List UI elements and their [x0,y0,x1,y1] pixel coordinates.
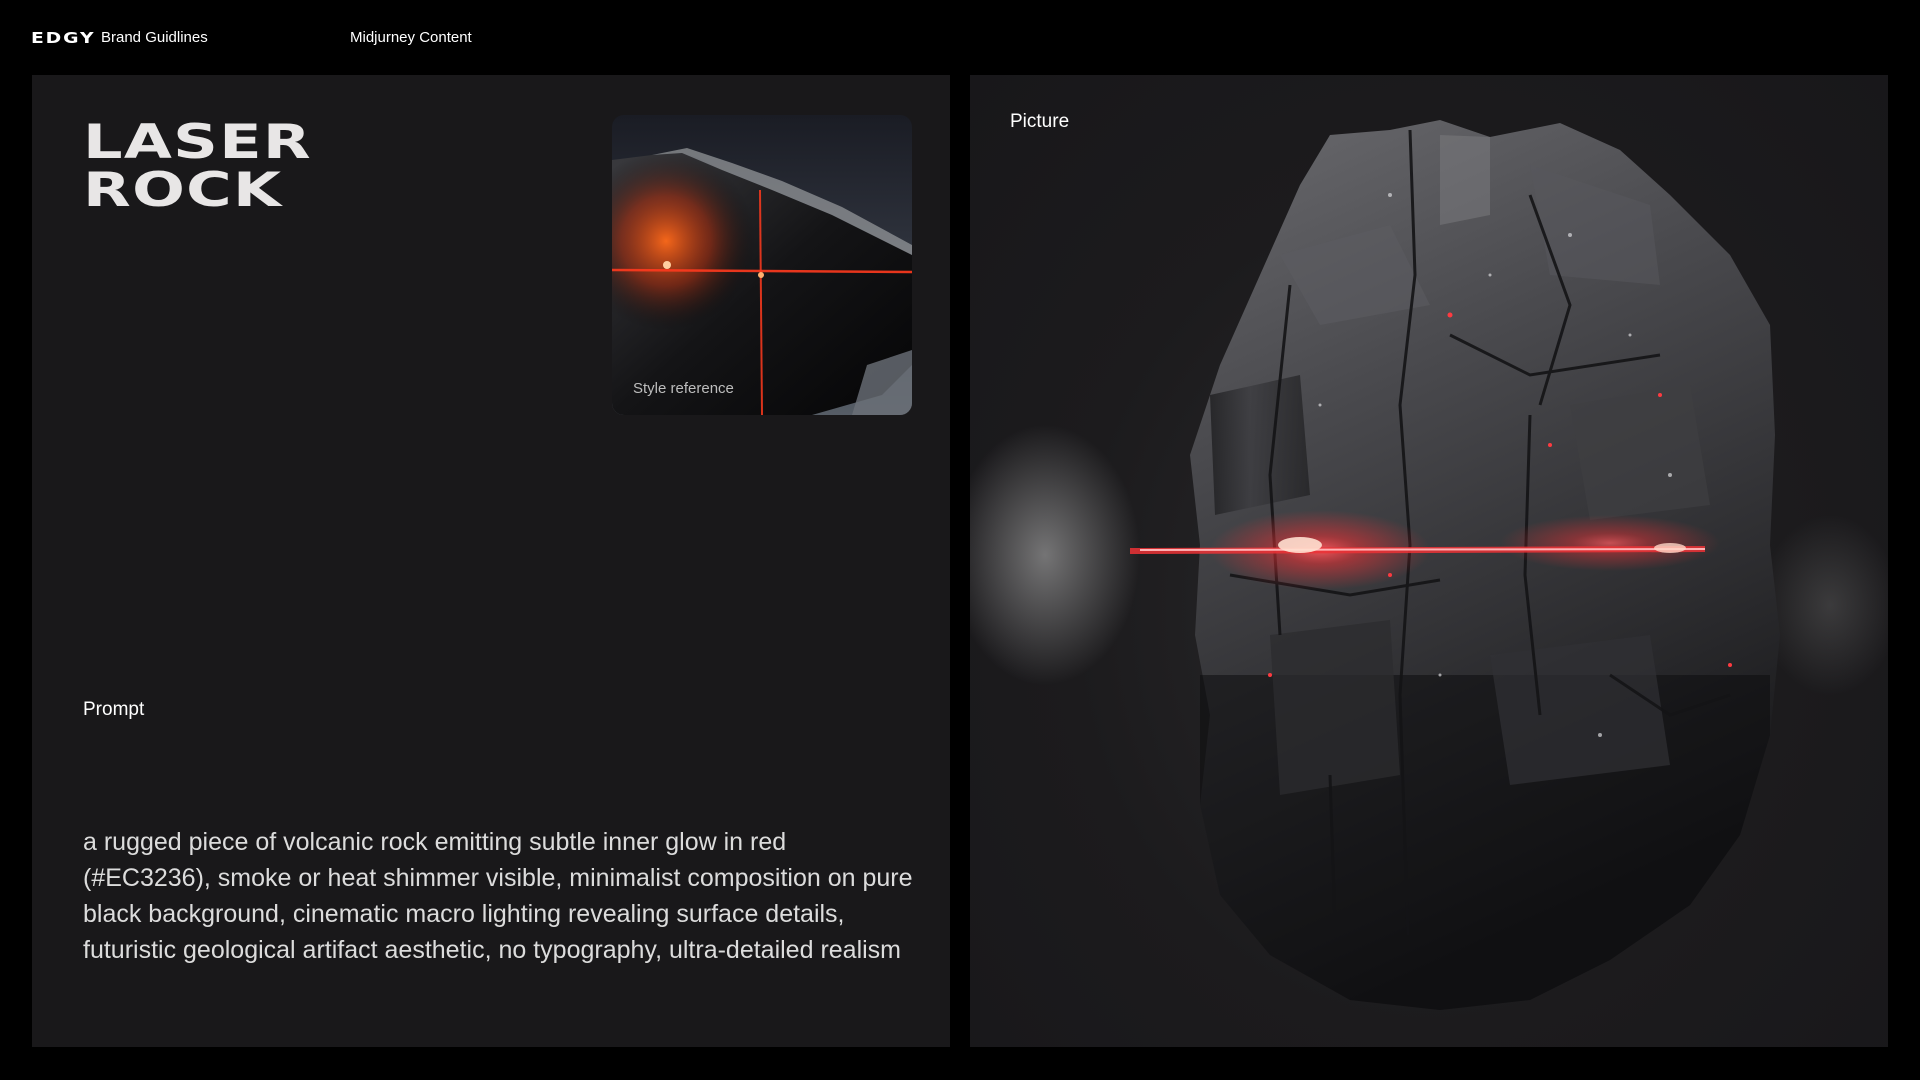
title-line-1: LASER [83,115,312,170]
section-nav-label[interactable]: Midjurney Content [350,29,472,46]
prompt-label: Prompt [83,699,145,720]
prompt-text: a rugged piece of volcanic rock emitting… [83,828,913,964]
picture-label: Picture [1010,111,1070,132]
picture-panel: Picture [970,75,1888,1047]
top-bar: EDGY Brand Guidlines Midjurney Content [0,0,1920,75]
style-reference-image [612,115,912,415]
page-title: LASER ROCK [83,119,312,215]
title-line-2: ROCK [83,163,283,218]
edgy-logo[interactable]: EDGY [31,29,95,47]
prompt-panel: LASER ROCK Style reference Prompt a rugg… [32,75,950,1047]
style-reference-card[interactable]: Style reference [612,115,912,415]
laser-rock-image [970,120,1888,1010]
brand-guidelines-label[interactable]: Brand Guidlines [101,29,208,46]
style-reference-caption: Style reference [633,380,734,397]
